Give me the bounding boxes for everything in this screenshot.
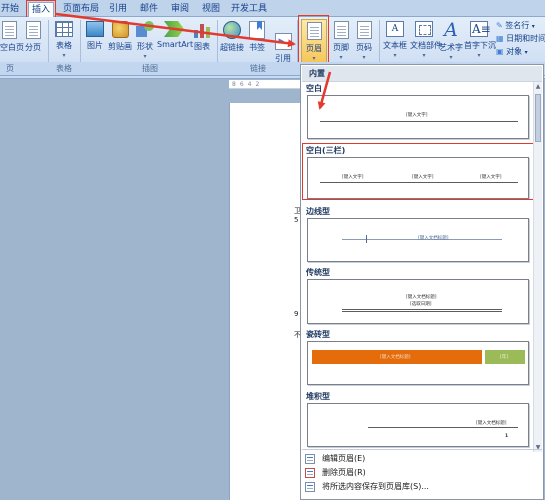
textbox-icon: A <box>386 21 404 37</box>
placeholder-text: [键入文档标题] <box>418 236 449 241</box>
chevron-down-icon: ▾ <box>393 52 397 59</box>
placeholder-text: [年] <box>500 355 509 360</box>
header-gallery: 内置 空白 [键入文字] 空白(三栏) [键入文字] [键入文字] [键入文字]… <box>300 64 544 500</box>
table-icon <box>55 21 73 37</box>
tab-page-layout[interactable]: 页面布局 <box>63 2 99 17</box>
smartart-icon <box>164 21 184 37</box>
shapes-icon <box>136 21 154 38</box>
document-text-fragment: 5 <box>294 216 299 224</box>
gallery-item-title: 瓷砖型 <box>306 330 330 339</box>
clipart-icon <box>111 21 129 38</box>
chart-icon <box>193 21 211 38</box>
page-break-icon <box>25 21 41 39</box>
quick-parts-button[interactable]: 文档部件 ▾ <box>410 21 442 59</box>
placeholder-text: [键入文字] <box>406 113 428 118</box>
chevron-down-icon: ▾ <box>422 52 426 59</box>
tab-review[interactable]: 审阅 <box>169 2 191 17</box>
tab-view[interactable]: 视图 <box>200 2 222 17</box>
tab-developer[interactable]: 开发工具 <box>231 2 267 17</box>
picture-icon <box>86 21 104 37</box>
header-option-stacks[interactable]: [键入文档标题] 1 <box>307 403 529 447</box>
horizontal-ruler: 8642 <box>229 80 301 89</box>
tab-mailings[interactable]: 邮件 <box>138 2 160 17</box>
gallery-item-title: 边线型 <box>306 207 330 216</box>
chevron-down-icon: ▾ <box>477 52 481 59</box>
date-time-button[interactable]: ▦ 日期和时间 <box>496 33 545 44</box>
signature-icon: ✎ <box>496 21 503 30</box>
calendar-icon: ▦ <box>496 34 504 43</box>
header-option-traditional[interactable]: [键入文档标题] [选取日期] <box>307 279 529 324</box>
header-option-tiles[interactable]: [键入文档标题] [年] <box>307 341 529 385</box>
scroll-up-icon[interactable]: ▲ <box>534 83 542 90</box>
remove-header-icon <box>305 468 315 478</box>
signature-line-button[interactable]: ✎ 签名行 ▾ <box>496 20 535 31</box>
edit-header-icon <box>305 454 315 464</box>
chevron-down-icon: ▾ <box>524 49 528 56</box>
wordart-icon: A <box>444 19 458 41</box>
page-number-button[interactable]: 页码 ▾ <box>353 21 375 61</box>
blank-page-button[interactable]: 空白页 <box>0 21 24 53</box>
gallery-scrollbar[interactable]: ▲ ▼ <box>533 82 542 452</box>
chevron-down-icon: ▾ <box>362 54 366 61</box>
cross-reference-icon <box>274 33 292 50</box>
chevron-down-icon: ▾ <box>339 54 343 61</box>
globe-icon <box>223 21 241 39</box>
bookmark-icon <box>249 21 265 39</box>
drop-cap-button[interactable]: A≡ 首字下沉 ▾ <box>464 21 496 59</box>
gallery-item-title: 传统型 <box>306 268 330 277</box>
ribbon-tab-bar: 开始 插入 页面布局 引用 邮件 审阅 视图 开发工具 <box>0 0 545 17</box>
hyperlink-button[interactable]: 超链接 <box>220 21 244 53</box>
chevron-down-icon: ▾ <box>62 52 66 59</box>
save-selection-to-header-gallery-menu-item[interactable]: 将所选内容保存到页眉库(S)... <box>305 480 535 494</box>
header-option-sideline[interactable]: [键入文档标题] <box>307 218 529 262</box>
tab-references[interactable]: 引用 <box>107 2 129 17</box>
clipart-button[interactable]: 剪贴画 <box>108 21 132 52</box>
tab-home[interactable]: 开始 <box>0 2 20 17</box>
placeholder-text: 1 <box>505 434 509 439</box>
gallery-item-title: 堆积型 <box>306 392 330 401</box>
placeholder-text: [选取日期] <box>410 302 432 307</box>
drop-cap-icon: A≡ <box>470 21 491 37</box>
object-button[interactable]: ▣ 对象 ▾ <box>496 46 528 57</box>
gallery-section-header: 内置 <box>302 66 542 82</box>
bookmark-button[interactable]: 书签 <box>247 21 267 53</box>
header-option-blank[interactable]: [键入文字] <box>307 95 529 139</box>
group-label-pages: 页 <box>6 64 14 73</box>
group-label-table: 表格 <box>56 64 72 73</box>
chevron-down-icon: ▾ <box>531 23 535 30</box>
footer-icon <box>333 21 349 39</box>
cross-reference-button[interactable]: 引用 <box>272 33 294 64</box>
gallery-item-title: 空白 <box>306 84 322 93</box>
document-text-fragment: 9 <box>294 310 299 318</box>
three-column-highlight <box>302 143 536 200</box>
blank-page-icon <box>2 21 17 39</box>
chevron-down-icon: ▾ <box>143 53 147 60</box>
table-button[interactable]: 表格 ▾ <box>52 21 76 59</box>
save-to-gallery-icon <box>305 482 315 492</box>
placeholder-text: [键入文档标题] <box>476 421 507 426</box>
wordart-button[interactable]: A 艺术字 ▾ <box>439 19 463 62</box>
scrollbar-thumb[interactable] <box>535 94 541 142</box>
placeholder-text: [键入文档标题] <box>380 355 411 360</box>
footer-button[interactable]: 页脚 ▾ <box>331 21 351 61</box>
page-number-icon <box>356 21 372 39</box>
object-icon: ▣ <box>496 47 504 56</box>
group-label-links: 链接 <box>250 64 266 73</box>
picture-button[interactable]: 图片 <box>84 21 106 51</box>
header-button-highlight <box>298 15 329 66</box>
edit-header-menu-item[interactable]: 编辑页眉(E) <box>305 452 535 466</box>
group-label-illustrations: 插图 <box>142 64 158 73</box>
shapes-button[interactable]: 形状 ▾ <box>134 21 156 60</box>
smartart-button[interactable]: SmartArt <box>157 21 193 49</box>
document-page[interactable] <box>229 103 301 500</box>
menu-divider <box>302 449 542 450</box>
quick-parts-icon <box>415 21 433 37</box>
placeholder-text: [键入文档标题] <box>406 295 437 300</box>
chart-button[interactable]: 图表 <box>192 21 212 52</box>
remove-header-menu-item[interactable]: 删除页眉(R) <box>305 466 535 480</box>
page-break-button[interactable]: 分页 <box>23 21 43 53</box>
chevron-down-icon: ▾ <box>449 54 453 61</box>
textbox-button[interactable]: A 文本框 ▾ <box>382 21 408 59</box>
